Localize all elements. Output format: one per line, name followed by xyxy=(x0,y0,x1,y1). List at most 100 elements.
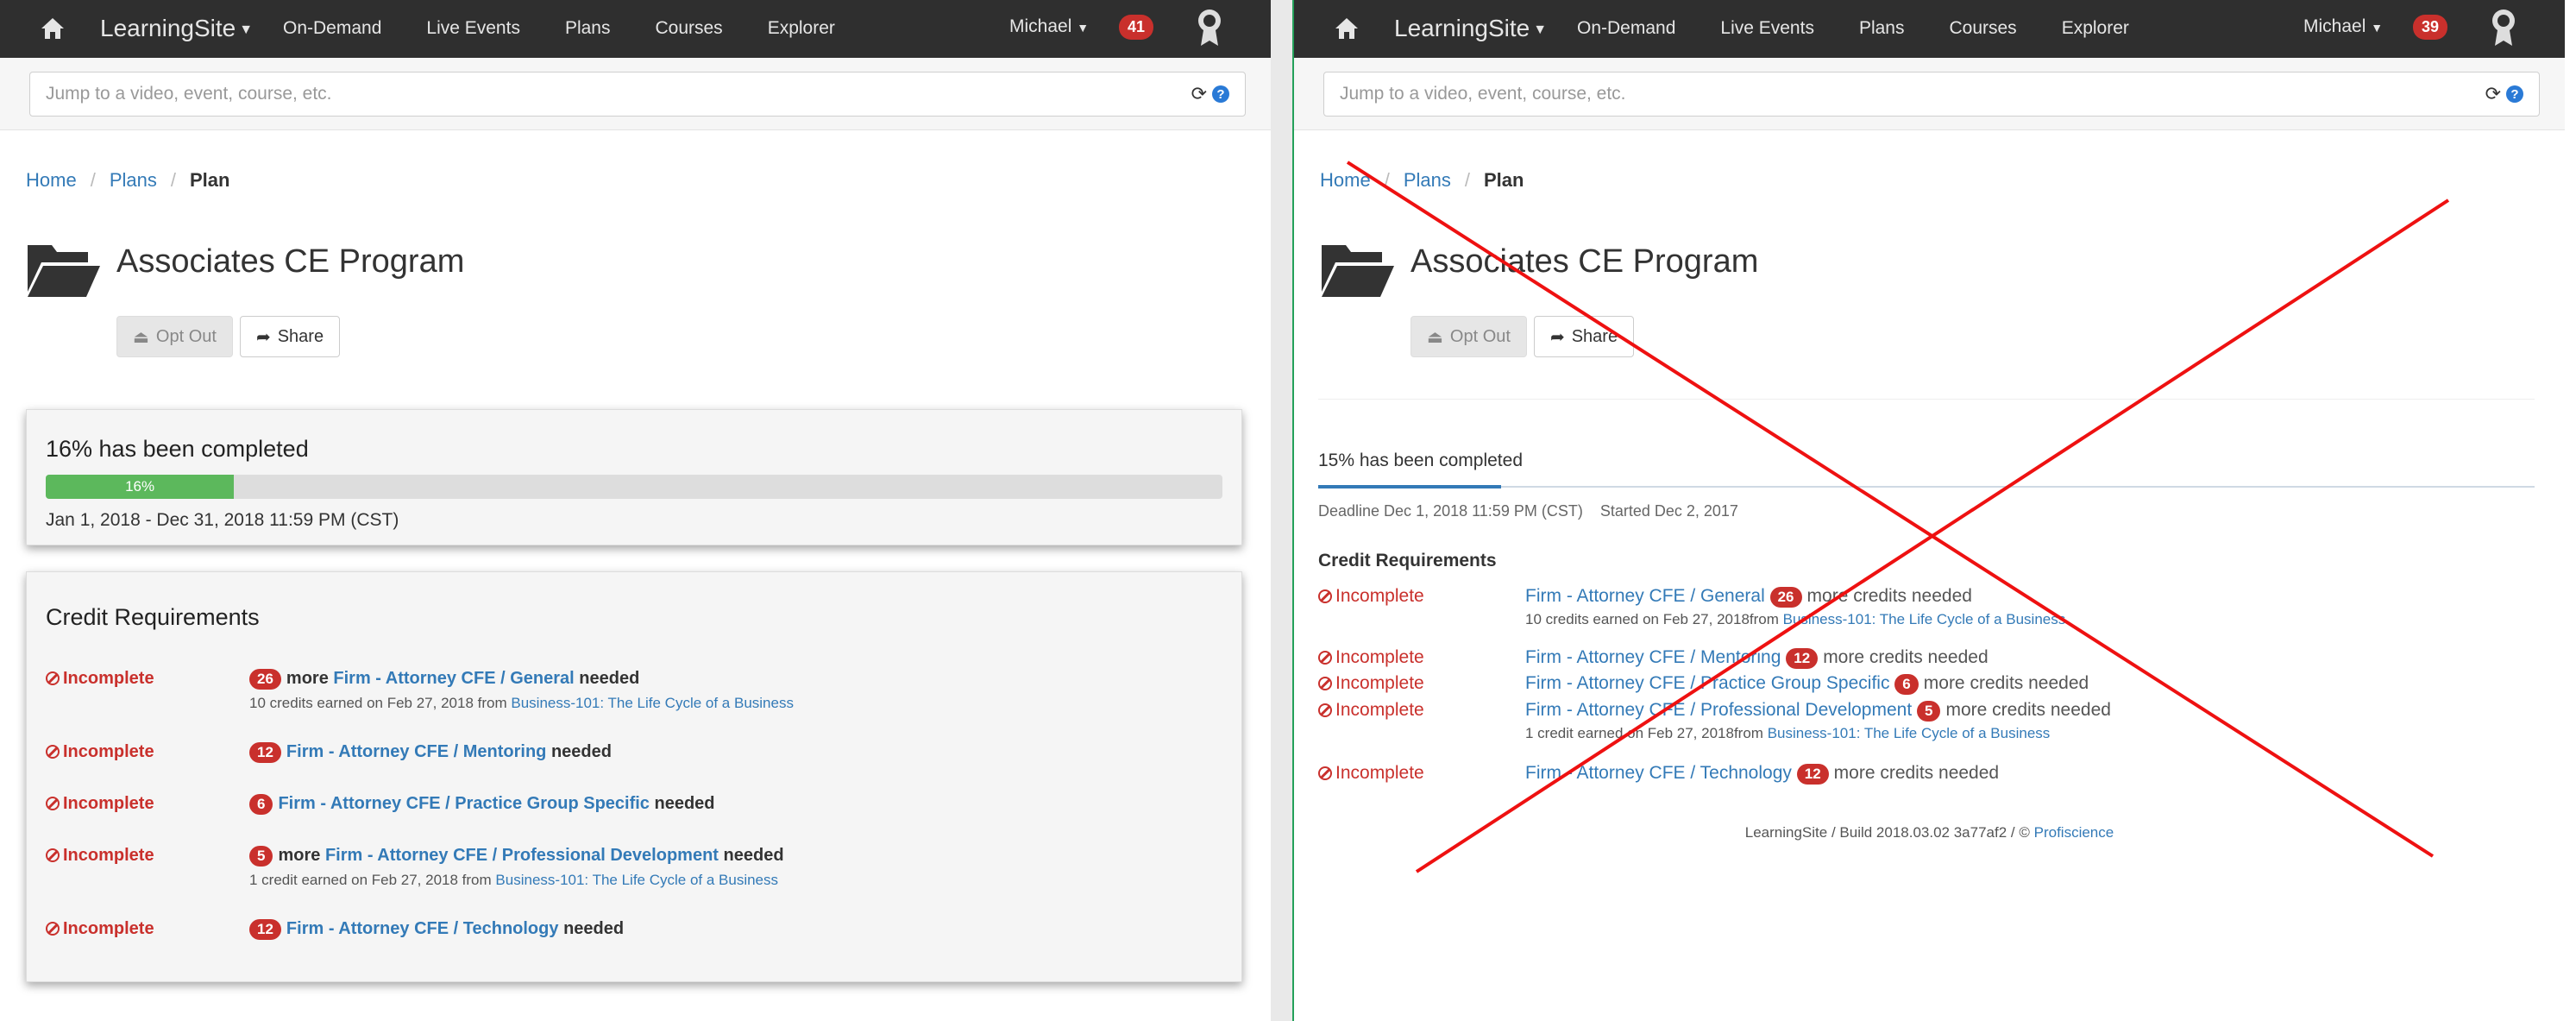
action-buttons: ⏏ Opt Out ➦ Share xyxy=(116,316,341,357)
search-placeholder: Jump to a video, event, course, etc. xyxy=(46,84,332,104)
progress-card: 16% has been completed 16% Jan 1, 2018 -… xyxy=(26,409,1242,545)
notification-badge[interactable]: 39 xyxy=(2413,15,2448,40)
plan-meta: Deadline Dec 1, 2018 11:59 PM (CST) Start… xyxy=(1318,502,1756,520)
breadcrumb-separator: / xyxy=(1384,169,1390,191)
status-incomplete: Incomplete xyxy=(46,919,154,939)
eject-icon: ⏏ xyxy=(133,327,149,347)
section-divider xyxy=(1318,399,2535,400)
eject-icon: ⏏ xyxy=(1427,327,1443,347)
award-icon[interactable] xyxy=(1197,8,1222,47)
top-navbar: LearningSite ▼ On-Demand Live Events Plan… xyxy=(0,0,1271,58)
page-title: Associates CE Program xyxy=(1411,243,1759,280)
main-nav: On-Demand Live Events Plans Courses Expl… xyxy=(283,18,835,39)
requirement-link[interactable]: Firm - Attorney CFE / Technology xyxy=(1525,763,1792,783)
folder-open-icon xyxy=(1322,245,1394,297)
footer-link[interactable]: Profiscience xyxy=(2034,824,2114,841)
refresh-icon[interactable]: ⟳ xyxy=(2485,83,2501,105)
count-badge: 6 xyxy=(1894,674,1919,695)
share-icon: ➦ xyxy=(255,327,271,347)
award-icon[interactable] xyxy=(2491,8,2516,47)
breadcrumb-separator: / xyxy=(170,169,176,191)
action-buttons: ⏏ Opt Out ➦ Share xyxy=(1411,316,1635,357)
course-link[interactable]: Business-101: The Life Cycle of a Busine… xyxy=(1783,611,2066,627)
breadcrumb-home[interactable]: Home xyxy=(1320,169,1371,191)
caret-down-icon: ▼ xyxy=(1077,21,1090,35)
ban-icon xyxy=(1318,766,1332,780)
requirement-link[interactable]: Firm - Attorney CFE / Practice Group Spe… xyxy=(1525,673,1889,693)
count-badge: 12 xyxy=(249,742,281,763)
progress-heading[interactable]: 15% has been completed xyxy=(1318,451,1523,471)
earned-note: 10 credits earned on Feb 27, 2018from Bu… xyxy=(1525,611,2066,627)
active-tab-indicator xyxy=(1318,485,1501,488)
breadcrumb-plans[interactable]: Plans xyxy=(1404,169,1451,191)
nav-plans[interactable]: Plans xyxy=(1859,18,1905,39)
breadcrumb-separator: / xyxy=(90,169,96,191)
notification-badge[interactable]: 41 xyxy=(1119,15,1154,40)
credit-requirements-heading: Credit Requirements xyxy=(46,604,260,630)
nav-on-demand[interactable]: On-Demand xyxy=(1577,18,1675,39)
status-incomplete: Incomplete xyxy=(1318,673,1424,694)
breadcrumb-home[interactable]: Home xyxy=(26,169,77,191)
requirement-text: 12 Firm - Attorney CFE / Mentoring needed xyxy=(249,742,612,763)
help-icon[interactable]: ? xyxy=(1212,85,1229,103)
course-link[interactable]: Business-101: The Life Cycle of a Busine… xyxy=(1768,725,2051,741)
count-badge: 5 xyxy=(249,846,273,867)
nav-on-demand[interactable]: On-Demand xyxy=(283,18,381,39)
requirement-link[interactable]: Firm - Attorney CFE / Mentoring xyxy=(1525,647,1781,667)
status-incomplete: Incomplete xyxy=(1318,647,1424,668)
user-menu[interactable]: Michael ▼ xyxy=(2303,16,2383,37)
share-icon: ➦ xyxy=(1549,327,1565,347)
course-link[interactable]: Business-101: The Life Cycle of a Busine… xyxy=(511,695,794,711)
breadcrumb-plans[interactable]: Plans xyxy=(110,169,157,191)
requirement-link[interactable]: Firm - Attorney CFE / Professional Devel… xyxy=(325,846,719,865)
help-icon[interactable]: ? xyxy=(2506,85,2523,103)
nav-plans[interactable]: Plans xyxy=(565,18,611,39)
search-row: Jump to a video, event, course, etc. ⟳ ? xyxy=(0,58,1271,130)
status-incomplete: Incomplete xyxy=(1318,763,1424,784)
course-link[interactable]: Business-101: The Life Cycle of a Busine… xyxy=(495,872,778,888)
requirement-text: Firm - Attorney CFE / Mentoring 12 more c… xyxy=(1525,647,1989,669)
ban-icon xyxy=(1318,651,1332,665)
share-button[interactable]: ➦ Share xyxy=(1533,316,1635,357)
left-panel: LearningSite ▼ On-Demand Live Events Plan… xyxy=(0,0,1271,1021)
brand-menu[interactable]: LearningSite ▼ xyxy=(100,15,253,42)
requirement-link[interactable]: Firm - Attorney CFE / Technology xyxy=(286,919,559,938)
nav-courses[interactable]: Courses xyxy=(655,18,722,39)
requirement-link[interactable]: Firm - Attorney CFE / General xyxy=(1525,586,1765,606)
caret-down-icon: ▼ xyxy=(1533,22,1548,37)
nav-live-events[interactable]: Live Events xyxy=(1720,18,1814,39)
requirement-text: 5 more Firm - Attorney CFE / Professional… xyxy=(249,846,784,867)
page-footer: LearningSite / Build 2018.03.02 3a77af2 … xyxy=(1744,824,2114,841)
progress-bar: 16% xyxy=(46,475,1222,499)
search-row: Jump to a video, event, course, etc. ⟳ ? xyxy=(1294,58,2565,130)
requirement-link[interactable]: Firm - Attorney CFE / Professional Devel… xyxy=(1525,700,1912,720)
nav-explorer[interactable]: Explorer xyxy=(768,18,835,39)
opt-out-button[interactable]: ⏏ Opt Out xyxy=(1411,316,1527,357)
breadcrumb: Home / Plans / Plan xyxy=(1320,169,1524,192)
credit-requirements-heading: Credit Requirements xyxy=(1318,551,1497,570)
refresh-icon[interactable]: ⟳ xyxy=(1191,83,1207,105)
brand-menu[interactable]: LearningSite ▼ xyxy=(1394,15,1547,42)
opt-out-button[interactable]: ⏏ Opt Out xyxy=(116,316,233,357)
requirement-link[interactable]: Firm - Attorney CFE / Practice Group Spe… xyxy=(278,794,649,813)
ban-icon xyxy=(46,797,60,810)
nav-explorer[interactable]: Explorer xyxy=(2062,18,2129,39)
home-icon[interactable] xyxy=(1332,14,1361,43)
home-icon[interactable] xyxy=(38,14,67,43)
nav-courses[interactable]: Courses xyxy=(1949,18,2016,39)
nav-live-events[interactable]: Live Events xyxy=(426,18,520,39)
requirement-text: 6 Firm - Attorney CFE / Practice Group Sp… xyxy=(249,794,715,815)
search-input[interactable]: Jump to a video, event, course, etc. ⟳ ? xyxy=(29,72,1246,117)
folder-open-icon xyxy=(28,245,100,297)
earned-note: 10 credits earned on Feb 27, 2018 from B… xyxy=(249,695,794,711)
requirement-link[interactable]: Firm - Attorney CFE / General xyxy=(333,669,574,688)
requirement-link[interactable]: Firm - Attorney CFE / Mentoring xyxy=(286,742,546,761)
count-badge: 12 xyxy=(249,919,281,940)
breadcrumb-current: Plan xyxy=(1483,169,1524,191)
search-input[interactable]: Jump to a video, event, course, etc. ⟳ ? xyxy=(1323,72,2540,117)
caret-down-icon: ▼ xyxy=(239,22,254,37)
share-button[interactable]: ➦ Share xyxy=(239,316,341,357)
credit-requirements-card: Credit Requirements Incomplete 26 more Fi… xyxy=(26,571,1242,982)
user-menu[interactable]: Michael ▼ xyxy=(1009,16,1089,37)
progress-tab-line xyxy=(1318,485,2535,488)
